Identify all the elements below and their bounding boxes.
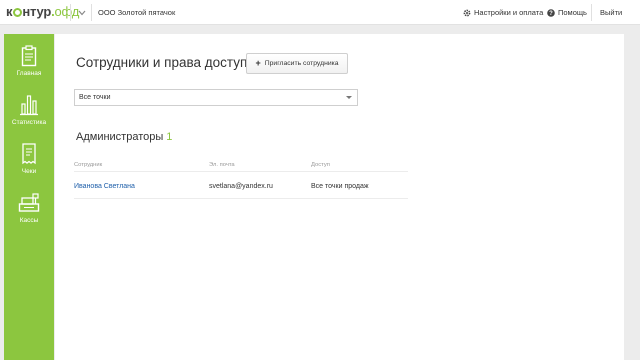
logout-label: Выйти — [600, 8, 623, 17]
table-divider — [74, 171, 408, 172]
gear-icon — [463, 9, 471, 17]
divider — [91, 4, 92, 21]
section-count: 1 — [166, 131, 173, 143]
invite-button-label: Пригласить сотрудника — [264, 60, 339, 67]
column-header-employee: Сотрудник — [74, 162, 103, 168]
sidebar-item-receipts[interactable]: Чеки — [4, 143, 54, 175]
caret-down-icon — [346, 96, 352, 99]
receipt-icon — [4, 143, 54, 165]
settings-label: Настройки и оплата — [474, 8, 544, 17]
question-icon: ? — [547, 8, 555, 17]
select-value: Все точки — [79, 94, 111, 101]
sidebar-item-cash-registers[interactable]: Кассы — [4, 192, 54, 224]
chevron-down-icon[interactable] — [77, 6, 87, 18]
divider — [591, 4, 592, 21]
svg-text:?: ? — [549, 11, 553, 17]
column-header-access: Доступ — [311, 162, 330, 168]
settings-link[interactable]: Настройки и оплата — [463, 7, 543, 18]
logo-text-k: к — [6, 4, 13, 19]
top-bar: к нтур.офд ООО Золотой пятачок Настройки … — [0, 0, 640, 25]
kontur-ofd-logo[interactable]: к нтур.офд — [6, 3, 79, 21]
organization-name[interactable]: ООО Золотой пятачок — [98, 7, 175, 18]
sidebar: Главная Статистика Чеки Кассы — [4, 34, 54, 360]
bar-chart-icon — [4, 94, 54, 116]
help-label: Помощь — [558, 8, 587, 17]
column-header-email: Эл. почта — [209, 162, 235, 168]
page-gutter — [624, 25, 640, 360]
main-panel: Сотрудники и права доступа + Пригласить … — [55, 34, 624, 360]
page-title: Сотрудники и права доступа — [76, 55, 255, 70]
sidebar-item-home[interactable]: Главная — [4, 45, 54, 77]
sales-points-select[interactable]: Все точки — [74, 89, 358, 106]
sidebar-item-label: Главная — [16, 70, 42, 77]
help-link[interactable]: ? Помощь — [547, 7, 587, 18]
logout-link[interactable]: Выйти — [600, 7, 622, 18]
section-title-label: Администраторы — [76, 131, 164, 143]
sidebar-item-label: Статистика — [11, 119, 47, 126]
table-divider — [74, 198, 408, 199]
employee-email: svetlana@yandex.ru — [209, 183, 273, 190]
divider — [70, 4, 71, 21]
plus-icon: + — [255, 58, 261, 68]
logo-text-ntur: нтур — [22, 4, 52, 19]
cash-register-icon — [4, 192, 54, 214]
logo-text-ofd: офд — [54, 4, 80, 19]
invite-employee-button[interactable]: + Пригласить сотрудника — [246, 53, 348, 74]
sidebar-item-label: Кассы — [19, 217, 39, 224]
logo-ring-icon — [12, 8, 22, 17]
employee-name-link[interactable]: Иванова Светлана — [74, 182, 135, 191]
clipboard-icon — [4, 45, 54, 67]
employee-access: Все точки продаж — [311, 183, 369, 190]
sidebar-item-label: Чеки — [21, 168, 37, 175]
sidebar-item-statistics[interactable]: Статистика — [4, 94, 54, 126]
section-title: Администраторы 1 — [76, 131, 172, 144]
